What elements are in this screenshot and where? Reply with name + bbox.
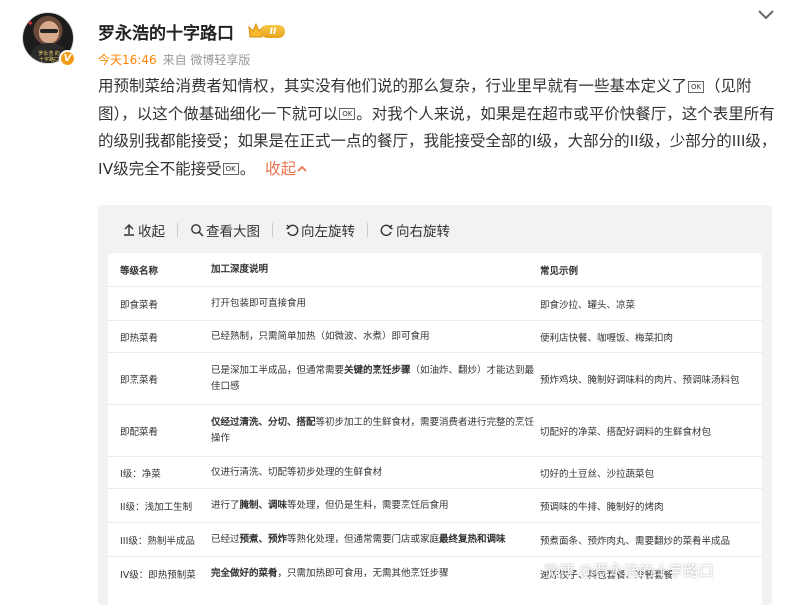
table-row: I级：净菜 仅进行清洗、切配等初步处理的生鲜食材 切好的土豆丝、沙拉蔬菜包 <box>108 457 762 489</box>
image-viewer: 收起 查看大图 向左旋转 向右旋转 等级名称 加工深度说明 常见示例 即食菜肴 … <box>98 205 772 605</box>
post-meta: 今天16:46 来自 微博轻享版 <box>98 51 250 68</box>
avatar-caption: 罗永浩 的十字路口 <box>38 51 60 63</box>
author-name[interactable]: 罗永浩的十字路口 <box>98 19 234 44</box>
chevron-up-icon <box>297 165 307 172</box>
weibo-watermark: 微博 @罗永浩的十字路口 <box>522 560 714 581</box>
verified-badge-icon: V <box>59 50 76 67</box>
ok-emoji-icon: OK <box>222 163 239 175</box>
arrow-up-icon <box>124 224 134 236</box>
rotate-right-button[interactable]: 向右旋转 <box>380 220 450 240</box>
post-time[interactable]: 今天16:46 <box>98 53 157 67</box>
rotate-right-icon <box>380 224 393 237</box>
weibo-logo-icon <box>522 564 539 578</box>
image-toolbar: 收起 查看大图 向左旋转 向右旋转 <box>122 220 450 240</box>
ok-emoji-icon: OK <box>688 80 705 93</box>
collapse-link[interactable]: 收起 <box>265 160 308 178</box>
search-icon <box>191 224 204 237</box>
table-row: II级：浅加工生制 进行了腌制、调味等处理，但仍是生料，需要烹饪后食用 预调味的… <box>108 489 762 523</box>
table-row: III级：熟制半成品 已经过预煮、预炸等熟化处理，但通常需要门店或家庭最终复热和… <box>108 523 762 557</box>
table-image[interactable]: 等级名称 加工深度说明 常见示例 即食菜肴 打开包装即可直接食用 即食沙拉、罐头… <box>108 253 762 605</box>
table-row: 即配菜肴 仅经过清洗、分切、搭配等初步加工的生鲜食材，需要消费者进行完整的烹饪操… <box>108 405 762 457</box>
rotate-left-icon <box>286 224 299 237</box>
view-large-button[interactable]: 查看大图 <box>190 220 260 240</box>
table-row: 即烹菜肴 已是深加工半成品，但通常需要关键的烹饪步骤（如油炸、翻炒）才能达到最佳… <box>108 353 762 405</box>
table-header-row: 等级名称 加工深度说明 常见示例 <box>108 253 762 287</box>
collapse-image-button[interactable]: 收起 <box>122 220 165 240</box>
rotate-left-button[interactable]: 向左旋转 <box>285 220 355 240</box>
table-row: 即食菜肴 打开包装即可直接食用 即食沙拉、罐头、凉菜 <box>108 287 762 321</box>
post-source[interactable]: 来自 微博轻享版 <box>163 53 251 67</box>
ok-emoji-icon: OK <box>339 108 356 120</box>
post-text: 用预制菜给消费者知情权，其实没有他们说的那么复杂，行业里早就有一些基本定义了 OK… <box>98 77 777 178</box>
level-label: II <box>261 25 285 38</box>
avatar[interactable]: ✦ 罗永浩 的十字路口 V <box>22 12 76 67</box>
level-badge[interactable]: II <box>247 22 285 40</box>
table-row: 即热菜肴 已经熟制，只需简单加热（如微波、水煮）即可食用 便利店快餐、咖喱饭、梅… <box>108 321 762 353</box>
chevron-down-icon[interactable] <box>756 8 776 22</box>
